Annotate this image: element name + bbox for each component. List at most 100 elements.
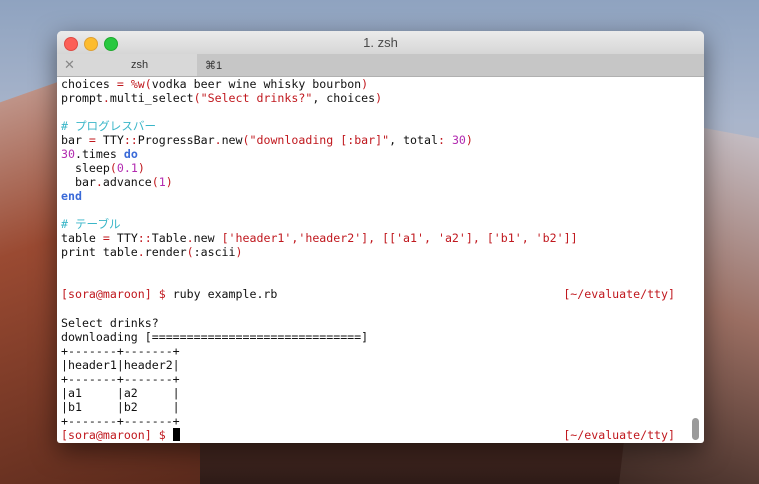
text-segment: # プログレスバー bbox=[61, 119, 157, 134]
text-segment: = bbox=[116, 77, 124, 91]
text-segment: prompt bbox=[61, 91, 103, 106]
text-segment: ( bbox=[151, 175, 159, 190]
cursor bbox=[172, 427, 180, 441]
terminal-output[interactable]: choices = %w(vodka beer wine whisky bour… bbox=[61, 77, 704, 443]
terminal-line: [sora@maroon] $ [~/evaluate/tty] bbox=[61, 427, 704, 442]
text-segment: 1 bbox=[158, 175, 166, 190]
text-segment: . bbox=[95, 175, 103, 190]
text-segment: 30 bbox=[451, 133, 466, 148]
terminal-line: table = TTY::Table.new ['header1','heade… bbox=[61, 231, 704, 245]
text-segment: advance bbox=[102, 175, 152, 190]
terminal-line: downloading [===========================… bbox=[61, 330, 704, 344]
terminal-line: +-------+-------+ bbox=[61, 344, 704, 358]
terminal-line: sleep(0.1) bbox=[61, 161, 704, 175]
text-segment: sleep bbox=[61, 161, 110, 176]
text-segment: ) bbox=[361, 77, 369, 91]
text-segment: TTY bbox=[109, 231, 138, 246]
tab-zsh[interactable]: ✕ zsh ⌘1 bbox=[57, 54, 222, 76]
scrollbar[interactable] bbox=[692, 418, 699, 440]
text-segment: ProgressBar bbox=[137, 133, 215, 148]
text-segment: "downloading [:bar]" bbox=[249, 133, 390, 148]
text-segment: .times bbox=[74, 147, 124, 162]
text-segment: Table bbox=[151, 231, 187, 246]
terminal-line: 30.times do bbox=[61, 147, 704, 161]
terminal-line: [sora@maroon] $ ruby example.rb [~/evalua… bbox=[61, 287, 704, 301]
text-segment: new bbox=[221, 133, 243, 148]
text-segment: +-------+-------+ bbox=[61, 371, 180, 386]
text-segment: ) bbox=[235, 245, 243, 260]
text-segment: |b1 |b2 | bbox=[61, 399, 180, 414]
close-tab-icon[interactable]: ✕ bbox=[64, 57, 75, 73]
text-segment: , total bbox=[389, 133, 438, 148]
text-segment: %w( bbox=[130, 77, 152, 91]
text-segment: ) bbox=[465, 133, 473, 148]
text-segment: choices bbox=[61, 77, 117, 91]
terminal-line: choices = %w(vodka beer wine whisky bour… bbox=[61, 77, 704, 91]
terminal-line: # プログレスバー bbox=[61, 119, 704, 133]
title-bar[interactable]: 1. zsh bbox=[57, 31, 704, 54]
text-segment: = bbox=[102, 231, 110, 246]
terminal-line: |header1|header2| bbox=[61, 358, 704, 372]
text-segment: :ascii bbox=[193, 245, 236, 260]
text-segment: ( bbox=[186, 245, 194, 260]
terminal-line: |b1 |b2 | bbox=[61, 400, 704, 414]
prompt-path: [~/evaluate/tty] bbox=[563, 287, 675, 302]
text-segment: multi_select bbox=[109, 91, 194, 106]
text-segment: bar bbox=[61, 133, 89, 148]
zoom-window-button[interactable] bbox=[104, 37, 118, 51]
terminal-line: +-------+-------+ bbox=[61, 414, 704, 428]
text-segment: |header1|header2| bbox=[61, 357, 180, 372]
tab-label: zsh bbox=[131, 59, 149, 71]
terminal-window: 1. zsh ✕ zsh ⌘1 choices = %w(vodka beer … bbox=[57, 31, 704, 443]
text-segment: ['header1','header2'], [['a1', 'a2'], ['… bbox=[221, 231, 578, 246]
text-segment: render bbox=[144, 245, 187, 260]
tab-bar: ✕ zsh ⌘1 bbox=[57, 54, 704, 77]
text-segment bbox=[124, 77, 131, 91]
text-segment: . bbox=[137, 245, 145, 260]
text-segment: : bbox=[437, 133, 445, 148]
text-segment: # テーブル bbox=[61, 217, 121, 232]
minimize-window-button[interactable] bbox=[84, 37, 98, 51]
text-segment: print table bbox=[61, 245, 138, 260]
terminal-line: prompt.multi_select("Select drinks?", ch… bbox=[61, 91, 704, 105]
terminal-line: end bbox=[61, 189, 704, 203]
tab-shortcut: ⌘1 bbox=[205, 60, 223, 72]
terminal-line: # テーブル bbox=[61, 217, 704, 231]
text-segment: :: bbox=[137, 231, 152, 246]
window-title: 1. zsh bbox=[363, 35, 398, 50]
text-segment: . bbox=[102, 91, 110, 106]
text-segment: ( bbox=[109, 161, 117, 176]
text-segment: +-------+-------+ bbox=[61, 343, 180, 358]
text-segment: end bbox=[61, 189, 82, 204]
text-segment: TTY bbox=[95, 133, 124, 148]
terminal-line: +-------+-------+ bbox=[61, 372, 704, 386]
terminal-line: |a1 |a2 | bbox=[61, 386, 704, 400]
text-segment: = bbox=[88, 133, 96, 148]
text-segment: ) bbox=[165, 175, 173, 190]
text-segment: :: bbox=[123, 133, 138, 148]
close-window-button[interactable] bbox=[64, 37, 78, 51]
text-segment: ( bbox=[242, 133, 250, 148]
terminal-line: print table.render(:ascii) bbox=[61, 245, 704, 259]
text-segment: . bbox=[214, 133, 222, 148]
text-segment bbox=[445, 133, 452, 147]
prompt-path: [~/evaluate/tty] bbox=[563, 427, 675, 442]
text-segment: +-------+-------+ bbox=[61, 413, 180, 428]
text-segment: downloading [===========================… bbox=[61, 329, 369, 344]
text-segment: ruby example.rb bbox=[172, 287, 278, 302]
text-segment: |a1 |a2 | bbox=[61, 385, 180, 400]
text-segment: ) bbox=[375, 91, 383, 106]
text-segment: . bbox=[186, 231, 194, 246]
text-segment: bar bbox=[61, 175, 96, 190]
text-segment: table bbox=[61, 231, 103, 246]
text-segment: 30 bbox=[61, 147, 75, 162]
text-segment: [sora@maroon] $ bbox=[61, 287, 173, 302]
text-segment: [sora@maroon] $ bbox=[61, 427, 173, 442]
text-segment: new bbox=[193, 231, 222, 246]
text-segment: ) bbox=[137, 161, 145, 176]
terminal-line: bar = TTY::ProgressBar.new("downloading … bbox=[61, 133, 704, 147]
